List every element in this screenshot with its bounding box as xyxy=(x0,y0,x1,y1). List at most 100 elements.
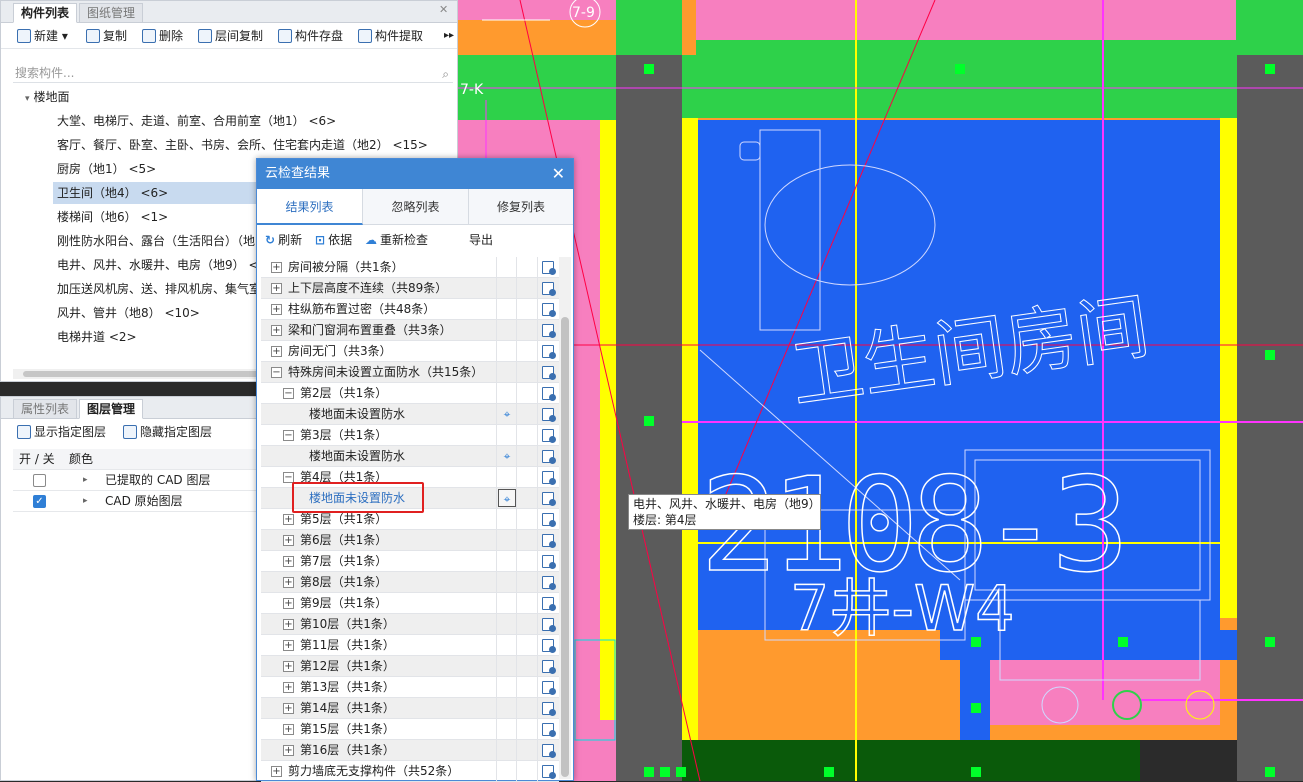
report-doc-icon[interactable] xyxy=(542,618,556,632)
tree-item[interactable]: 客厅、餐厅、卧室、主卧、书房、会所、住宅套内走道（地2） <15> xyxy=(53,134,432,156)
result-row-title-cell[interactable]: + 第12层（共1条） xyxy=(261,656,497,677)
recheck-button[interactable]: ☁ 重新检查 xyxy=(365,231,428,248)
result-row[interactable]: 楼地面未设置防水 ⌖ xyxy=(261,446,559,467)
report-doc-icon[interactable] xyxy=(542,492,556,506)
tree-item[interactable]: 楼梯间（地6） <1> xyxy=(53,206,172,228)
result-row-title-cell[interactable]: + 梁和门窗洞布置重叠（共3条） xyxy=(261,320,497,341)
result-row-title-cell[interactable]: + 第6层（共1条） xyxy=(261,530,497,551)
collapse-icon[interactable]: − xyxy=(271,367,282,378)
chevron-right-icon[interactable]: ▸ xyxy=(83,470,88,490)
result-row[interactable]: + 第6层（共1条） xyxy=(261,530,559,551)
report-doc-icon[interactable] xyxy=(542,576,556,590)
tab-property-list[interactable]: 属性列表 xyxy=(13,399,78,419)
result-row-title-cell[interactable]: + 第14层（共1条） xyxy=(261,698,497,719)
basis-button[interactable]: ⊡ 依据 xyxy=(315,231,352,248)
expand-icon[interactable]: + xyxy=(271,283,282,294)
result-row[interactable]: + 房间无门（共3条） xyxy=(261,341,559,362)
show-layer-button[interactable]: 显示指定图层 xyxy=(17,423,106,441)
expand-icon[interactable]: + xyxy=(283,745,294,756)
report-doc-icon[interactable] xyxy=(542,513,556,527)
result-row[interactable]: + 第11层（共1条） xyxy=(261,635,559,656)
report-doc-icon[interactable] xyxy=(542,660,556,674)
tree-item[interactable]: 电井、风井、水暖井、电房（地9） < xyxy=(53,254,263,276)
tree-item[interactable]: 电梯井道 <2> xyxy=(53,326,141,348)
tab-ignore-list[interactable]: 忽略列表 xyxy=(363,189,469,225)
floor-copy-button[interactable]: 层间复制 xyxy=(198,27,263,45)
expand-icon[interactable]: + xyxy=(283,661,294,672)
report-doc-icon[interactable] xyxy=(542,471,556,485)
result-row[interactable]: + 第13层（共1条） xyxy=(261,677,559,698)
tree-item[interactable]: 厨房（地1） <5> xyxy=(53,158,160,180)
expand-icon[interactable]: + xyxy=(283,724,294,735)
chevron-right-icon[interactable]: ▸ xyxy=(83,491,88,511)
report-doc-icon[interactable] xyxy=(542,723,556,737)
tab-drawing-management[interactable]: 图纸管理 xyxy=(79,3,144,23)
result-row[interactable]: 楼地面未设置防水 ⌖ xyxy=(261,404,559,425)
result-row[interactable]: + 上下层高度不连续（共89条） xyxy=(261,278,559,299)
delete-button[interactable]: 删除 xyxy=(142,27,183,45)
copy-button[interactable]: 复制 xyxy=(86,27,127,45)
result-row-title-cell[interactable]: + 房间被分隔（共1条） xyxy=(261,257,497,278)
close-icon[interactable]: ✕ xyxy=(439,3,448,16)
tab-result-list[interactable]: 结果列表 xyxy=(257,189,363,225)
result-row[interactable]: + 梁和门窗洞布置重叠（共3条） xyxy=(261,320,559,341)
locate-icon[interactable]: ⌖ xyxy=(498,489,516,507)
tree-item-selected[interactable]: 卫生间（地4） <6> xyxy=(53,182,259,204)
result-row-title-cell[interactable]: + 第11层（共1条） xyxy=(261,635,497,656)
extract-component-button[interactable]: 构件提取 xyxy=(358,27,423,45)
result-row-title-cell[interactable]: − 第3层（共1条） xyxy=(261,425,497,446)
tab-repair-list[interactable]: 修复列表 xyxy=(469,189,573,225)
report-doc-icon[interactable] xyxy=(542,303,556,317)
export-button[interactable]: 导出 xyxy=(469,231,493,248)
report-doc-icon[interactable] xyxy=(542,282,556,296)
layer-toggle-checkbox[interactable] xyxy=(33,474,46,487)
result-row-title-cell[interactable]: 楼地面未设置防水 xyxy=(261,446,497,467)
result-row[interactable]: + 第7层（共1条） xyxy=(261,551,559,572)
result-row[interactable]: + 第9层（共1条） xyxy=(261,593,559,614)
report-doc-icon[interactable] xyxy=(542,597,556,611)
report-doc-icon[interactable] xyxy=(542,702,556,716)
report-doc-icon[interactable] xyxy=(542,429,556,443)
expand-icon[interactable]: + xyxy=(283,577,294,588)
tree-item[interactable]: 风井、管井（地8） <10> xyxy=(53,302,204,324)
result-row-title-cell[interactable]: 楼地面未设置防水 xyxy=(261,404,497,425)
scrollbar-thumb[interactable] xyxy=(561,317,569,777)
result-row-title-cell[interactable]: + 第15层（共1条） xyxy=(261,719,497,740)
result-row-title-cell[interactable]: + 第7层（共1条） xyxy=(261,551,497,572)
expand-icon[interactable]: + xyxy=(283,640,294,651)
result-row[interactable]: + 第16层（共1条） xyxy=(261,740,559,761)
locate-icon[interactable]: ⌖ xyxy=(500,449,514,463)
hide-layer-button[interactable]: 隐藏指定图层 xyxy=(123,423,212,441)
report-doc-icon[interactable] xyxy=(542,324,556,338)
report-doc-icon[interactable] xyxy=(542,387,556,401)
result-row-title-cell[interactable]: + 上下层高度不连续（共89条） xyxy=(261,278,497,299)
report-doc-icon[interactable] xyxy=(542,450,556,464)
tree-item[interactable]: 加压送风机房、送、排风机房、集气室 xyxy=(53,278,265,300)
dialog-titlebar[interactable]: 云检查结果 ✕ xyxy=(257,159,573,189)
result-row[interactable]: + 第14层（共1条） xyxy=(261,698,559,719)
result-row[interactable]: + 第15层（共1条） xyxy=(261,719,559,740)
expand-icon[interactable]: + xyxy=(271,262,282,273)
collapse-icon[interactable]: − xyxy=(283,388,294,399)
result-row[interactable]: + 剪力墙底无支撑构件（共52条） xyxy=(261,761,559,782)
expand-icon[interactable]: + xyxy=(283,703,294,714)
tree-root-floor[interactable]: ▾ 楼地面 xyxy=(25,86,70,108)
tab-layer-management[interactable]: 图层管理 xyxy=(79,399,144,419)
expand-icon[interactable]: + xyxy=(283,598,294,609)
expand-icon[interactable]: + xyxy=(283,682,294,693)
save-component-button[interactable]: 构件存盘 xyxy=(278,27,343,45)
more-arrow-icon[interactable]: ▸▸ xyxy=(444,27,454,45)
expand-icon[interactable]: + xyxy=(271,325,282,336)
result-row-title-cell[interactable]: + 第9层（共1条） xyxy=(261,593,497,614)
locate-icon[interactable]: ⌖ xyxy=(500,407,514,421)
tree-item[interactable]: 刚性防水阳台、露台（生活阳台）（地 xyxy=(53,230,259,252)
layer-toggle-checkbox-checked[interactable]: ✓ xyxy=(33,495,46,508)
result-row-title-cell[interactable]: − 第2层（共1条） xyxy=(261,383,497,404)
result-row[interactable]: + 第8层（共1条） xyxy=(261,572,559,593)
result-row-title-cell[interactable]: + 第16层（共1条） xyxy=(261,740,497,761)
report-doc-icon[interactable] xyxy=(542,765,556,779)
result-row[interactable]: + 第12层（共1条） xyxy=(261,656,559,677)
result-row[interactable]: + 柱纵筋布置过密（共48条） xyxy=(261,299,559,320)
result-row[interactable]: + 第10层（共1条） xyxy=(261,614,559,635)
expand-icon[interactable]: + xyxy=(271,304,282,315)
